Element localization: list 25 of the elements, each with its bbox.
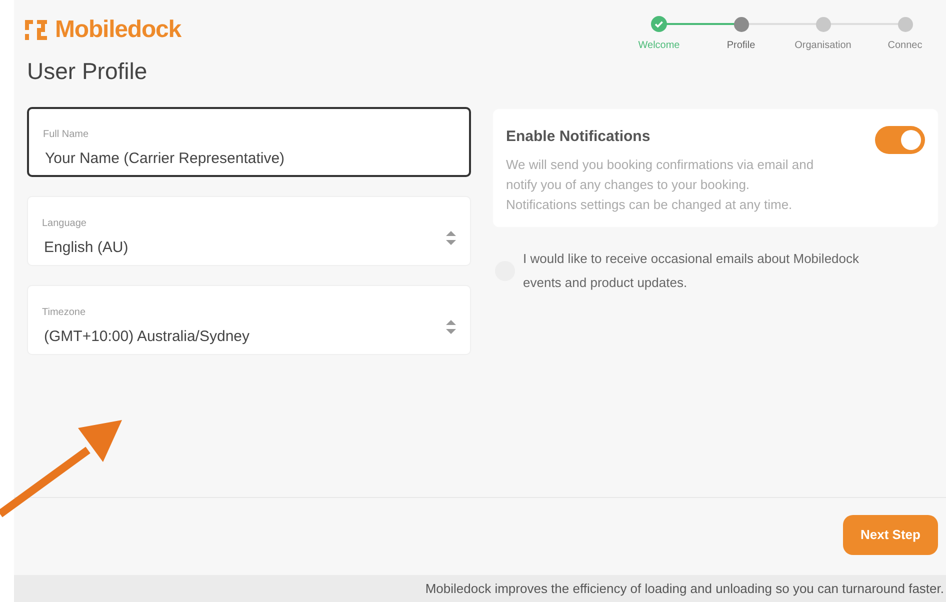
select-field[interactable]: Timezone (GMT+10:00) Australia/Sydney: [27, 285, 471, 355]
field-label: Timezone: [42, 306, 87, 320]
field-label: Full Name: [43, 128, 90, 142]
field-value: (GMT+10:00) Australia/Sydney: [44, 327, 250, 348]
page-title: User Profile: [26, 60, 148, 83]
logo-text: Mobiledock: [55, 15, 182, 45]
step-label: Organisation: [794, 39, 852, 53]
sort-icon: [446, 231, 456, 245]
field-value: English (AU): [44, 238, 128, 258]
card-title: Enable Notifications: [506, 127, 650, 147]
card-description: Notifications settings can be changed at any time.: [506, 196, 792, 214]
step-label: Profile: [726, 39, 756, 53]
sort-icon: [446, 320, 456, 334]
step-label: Welcome: [638, 39, 680, 53]
step-label: Connec: [888, 39, 922, 53]
checkbox-label: I would like to receive occasional emails about Mobiledock events and product updates.: [523, 250, 860, 292]
logo-icon: [25, 20, 47, 40]
select-field[interactable]: Language English (AU): [27, 196, 471, 266]
field-value: Your Name (Carrier Representative): [45, 149, 285, 170]
input-field[interactable]: Full Name Your Name (Carrier Representative): [27, 107, 471, 177]
footer-text: Mobiledock improves the efficiency of loading and unloading so you can turnaround faster.: [425, 580, 944, 598]
card-description: notify you of any changes to your booking.: [506, 176, 750, 194]
card-description: We will send you booking confirmations via email and: [506, 156, 814, 174]
notifications-toggle[interactable]: [875, 126, 925, 154]
field-label: Language: [42, 217, 88, 232]
